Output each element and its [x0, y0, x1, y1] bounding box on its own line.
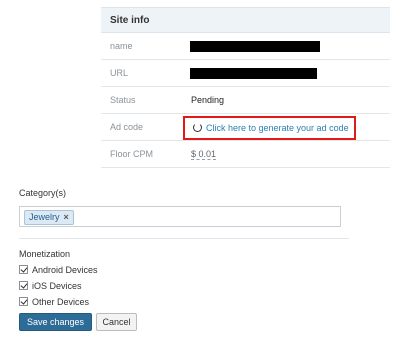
refresh-icon: [193, 123, 202, 132]
redacted-name: [190, 41, 320, 52]
floor-cpm-label: Floor CPM: [110, 149, 154, 159]
android-label: Android Devices: [32, 265, 98, 275]
category-label: Category(s): [19, 188, 67, 198]
site-row-ad-code: Ad code Click here to generate your ad c…: [101, 114, 390, 141]
ad-code-label: Ad code: [110, 122, 144, 132]
section-divider: [19, 238, 349, 239]
floor-cpm-value-text: $ 0.01: [191, 149, 217, 160]
generate-ad-code-link[interactable]: Click here to generate your ad code: [193, 118, 349, 138]
url-label: URL: [110, 68, 129, 78]
site-row-status: Status Pending: [101, 87, 390, 114]
other-checkbox[interactable]: [19, 297, 28, 306]
other-label: Other Devices: [32, 297, 90, 307]
android-checkbox[interactable]: [19, 265, 28, 274]
chip-remove-icon[interactable]: ×: [64, 212, 69, 222]
category-input[interactable]: Jewelry ×: [19, 206, 341, 227]
option-ios-devices[interactable]: iOS Devices: [19, 280, 82, 293]
site-info-title: Site info: [101, 7, 390, 33]
save-changes-button[interactable]: Save changes: [19, 313, 92, 331]
site-row-name: name: [101, 33, 390, 60]
category-chip-jewelry: Jewelry ×: [24, 210, 74, 225]
option-other-devices[interactable]: Other Devices: [19, 296, 89, 309]
cancel-button[interactable]: Cancel: [96, 313, 137, 331]
floor-cpm-value[interactable]: $ 0.01: [191, 141, 217, 167]
monetization-label: Monetization: [19, 249, 71, 259]
site-info-table: Site info name URL Status Pending Ad cod…: [101, 7, 390, 168]
option-android-devices[interactable]: Android Devices: [19, 264, 98, 277]
status-label: Status: [110, 95, 136, 105]
category-chip-label: Jewelry: [29, 212, 60, 222]
ad-code-highlight: Click here to generate your ad code: [183, 116, 356, 140]
site-row-floor-cpm: Floor CPM $ 0.01: [101, 141, 390, 168]
site-row-url: URL: [101, 60, 390, 87]
ios-label: iOS Devices: [32, 281, 82, 291]
ios-checkbox[interactable]: [19, 281, 28, 290]
name-label: name: [110, 41, 133, 51]
status-value: Pending: [191, 95, 225, 105]
redacted-url: [190, 68, 317, 79]
generate-ad-code-text: Click here to generate your ad code: [206, 123, 349, 133]
